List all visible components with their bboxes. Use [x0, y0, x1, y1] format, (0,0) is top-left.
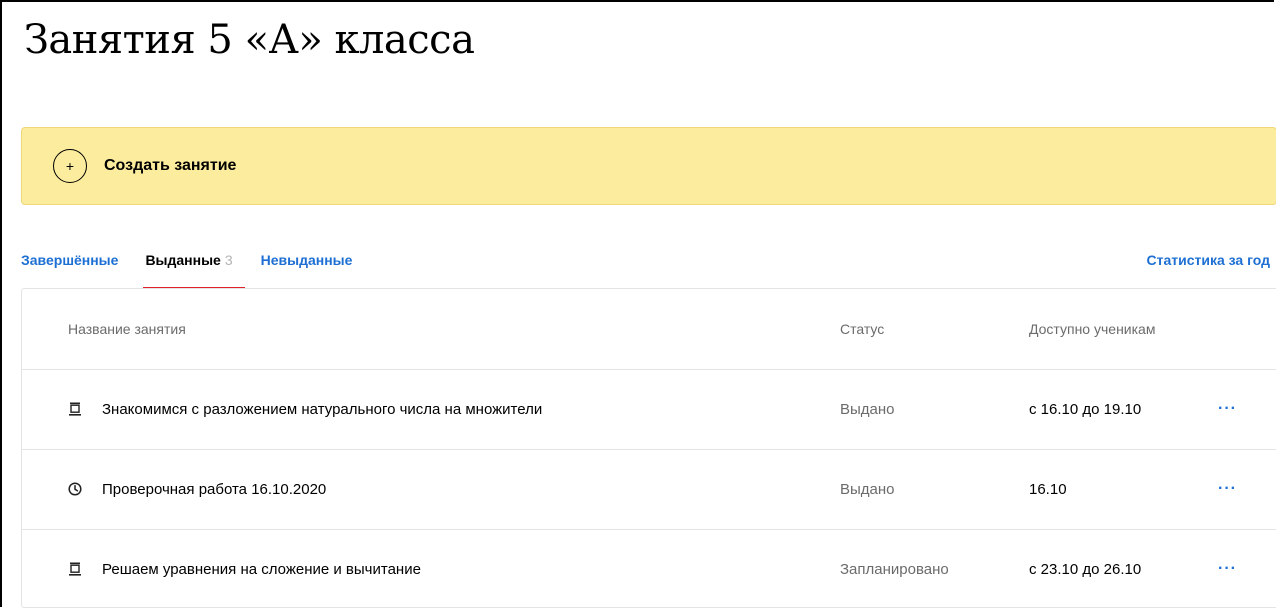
tab-completed-label: Завершённые [21, 252, 119, 268]
tab-not-issued[interactable]: Невыданные [261, 250, 353, 286]
lessons-table: Название занятия Статус Доступно ученика… [21, 288, 1276, 608]
plus-circle-icon: + [53, 149, 87, 183]
tab-issued-count: 3 [224, 252, 233, 268]
table-row[interactable]: Проверочная работа 16.10.2020 Выдано 16.… [22, 449, 1276, 530]
lesson-tabs: Завершённые Выданные 3 Невыданные [21, 250, 352, 288]
column-header-name[interactable]: Название занятия [68, 289, 186, 369]
lesson-title[interactable]: Проверочная работа 16.10.2020 [102, 481, 326, 498]
lesson-status: Запланировано [840, 560, 949, 578]
lesson-name-cell: Проверочная работа 16.10.2020 [68, 449, 326, 529]
tab-issued-label: Выданные [145, 252, 221, 268]
lesson-availability: 16.10 [1029, 480, 1067, 498]
table-row[interactable]: Решаем уравнения на сложение и вычитание… [22, 529, 1276, 609]
more-actions-button[interactable]: ··· [1218, 449, 1237, 529]
lesson-title[interactable]: Решаем уравнения на сложение и вычитание [102, 561, 421, 578]
lesson-status: Выдано [840, 400, 895, 418]
clock-icon [68, 481, 82, 497]
lesson-title[interactable]: Знакомимся с разложением натурального чи… [102, 401, 542, 418]
lesson-name-cell: Решаем уравнения на сложение и вычитание [68, 529, 421, 609]
lesson-name-cell: Знакомимся с разложением натурального чи… [68, 369, 542, 449]
column-header-status[interactable]: Статус [840, 289, 884, 369]
table-header: Название занятия Статус Доступно ученика… [22, 289, 1276, 370]
tab-issued[interactable]: Выданные 3 [143, 250, 245, 288]
more-actions-button[interactable]: ··· [1218, 529, 1237, 609]
tab-completed[interactable]: Завершённые [21, 250, 118, 286]
lesson-document-icon [68, 561, 82, 577]
tab-not-issued-label: Невыданные [260, 252, 353, 268]
table-row[interactable]: Знакомимся с разложением натурального чи… [22, 369, 1276, 450]
more-actions-button[interactable]: ··· [1218, 369, 1237, 449]
lesson-availability: с 23.10 до 26.10 [1029, 560, 1142, 578]
lesson-availability: с 16.10 до 19.10 [1029, 400, 1142, 418]
create-lesson-button[interactable]: + Создать занятие [21, 127, 1276, 205]
lesson-status: Выдано [840, 480, 895, 498]
lesson-document-icon [68, 401, 82, 417]
page-title: Занятия 5 «А» класса [24, 17, 475, 63]
column-header-available[interactable]: Доступно ученикам [1029, 289, 1155, 369]
create-lesson-label: Создать занятие [104, 157, 237, 174]
yearly-statistics-link[interactable]: Статистика за год [1147, 250, 1271, 270]
